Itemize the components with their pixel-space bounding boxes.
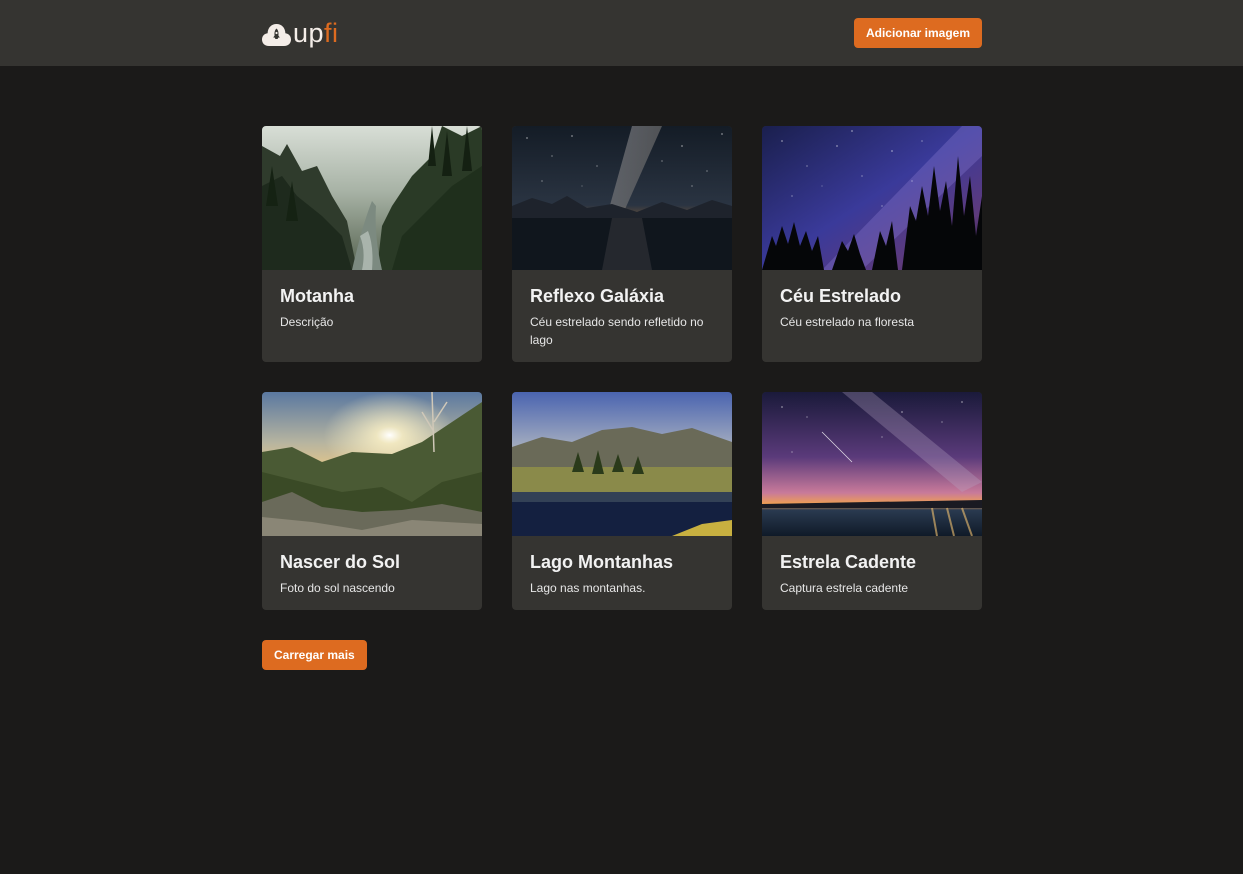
card-description: Foto do sol nascendo xyxy=(280,581,395,595)
card-image-sunrise xyxy=(262,392,482,536)
image-card[interactable]: Estrela Cadente Captura estrela cadente xyxy=(762,392,982,610)
card-body: Estrela Cadente Captura estrela cadente xyxy=(762,536,982,609)
app-header: up fi Adicionar imagem xyxy=(0,0,1243,66)
card-image-mountain-lake xyxy=(512,392,732,536)
logo-text-up: up xyxy=(293,18,325,48)
add-image-button[interactable]: Adicionar imagem xyxy=(853,18,982,48)
image-card[interactable]: Céu Estrelado Céu estrelado na floresta xyxy=(762,126,982,362)
cloud-rocket-icon xyxy=(262,24,291,46)
card-image-starry-forest xyxy=(762,126,982,270)
image-card[interactable]: Lago Montanhas Lago nas montanhas. xyxy=(512,392,732,610)
card-image-shooting-star xyxy=(762,392,982,536)
image-card[interactable]: Reflexo Galáxia Céu estrelado sendo refl… xyxy=(512,126,732,362)
card-title: Motanha xyxy=(280,286,354,306)
card-body: Céu Estrelado Céu estrelado na floresta xyxy=(762,270,982,343)
card-description: Captura estrela cadente xyxy=(780,581,909,595)
image-grid: Motanha Descrição Reflexo Galáxia Céu es… xyxy=(262,126,982,610)
header-container: up fi Adicionar imagem xyxy=(262,0,982,66)
card-description: Céu estrelado na floresta xyxy=(780,315,915,329)
card-description: Céu estrelado sendo refletido no lago xyxy=(530,315,704,347)
card-body: Nascer do Sol Foto do sol nascendo xyxy=(262,536,482,609)
upfi-logo[interactable]: up fi xyxy=(262,17,339,49)
card-title: Lago Montanhas xyxy=(530,552,673,572)
card-title: Reflexo Galáxia xyxy=(530,286,665,306)
card-body: Motanha Descrição xyxy=(262,270,482,343)
logo-wordmark: up fi xyxy=(293,17,339,49)
card-title: Nascer do Sol xyxy=(280,552,401,572)
card-title: Estrela Cadente xyxy=(780,552,917,572)
card-body: Lago Montanhas Lago nas montanhas. xyxy=(512,536,732,609)
image-card[interactable]: Nascer do Sol Foto do sol nascendo xyxy=(262,392,482,610)
card-title: Céu Estrelado xyxy=(780,286,902,306)
load-more-button[interactable]: Carregar mais xyxy=(262,640,367,670)
logo-text-fi: fi xyxy=(324,18,339,48)
card-description: Descrição xyxy=(280,315,334,329)
card-description: Lago nas montanhas. xyxy=(530,581,646,595)
card-image-misty-forest xyxy=(262,126,482,270)
image-card[interactable]: Motanha Descrição xyxy=(262,126,482,362)
card-body: Reflexo Galáxia Céu estrelado sendo refl… xyxy=(512,270,732,361)
main-content: Motanha Descrição Reflexo Galáxia Céu es… xyxy=(262,126,982,670)
card-image-galaxy-reflection xyxy=(512,126,732,270)
